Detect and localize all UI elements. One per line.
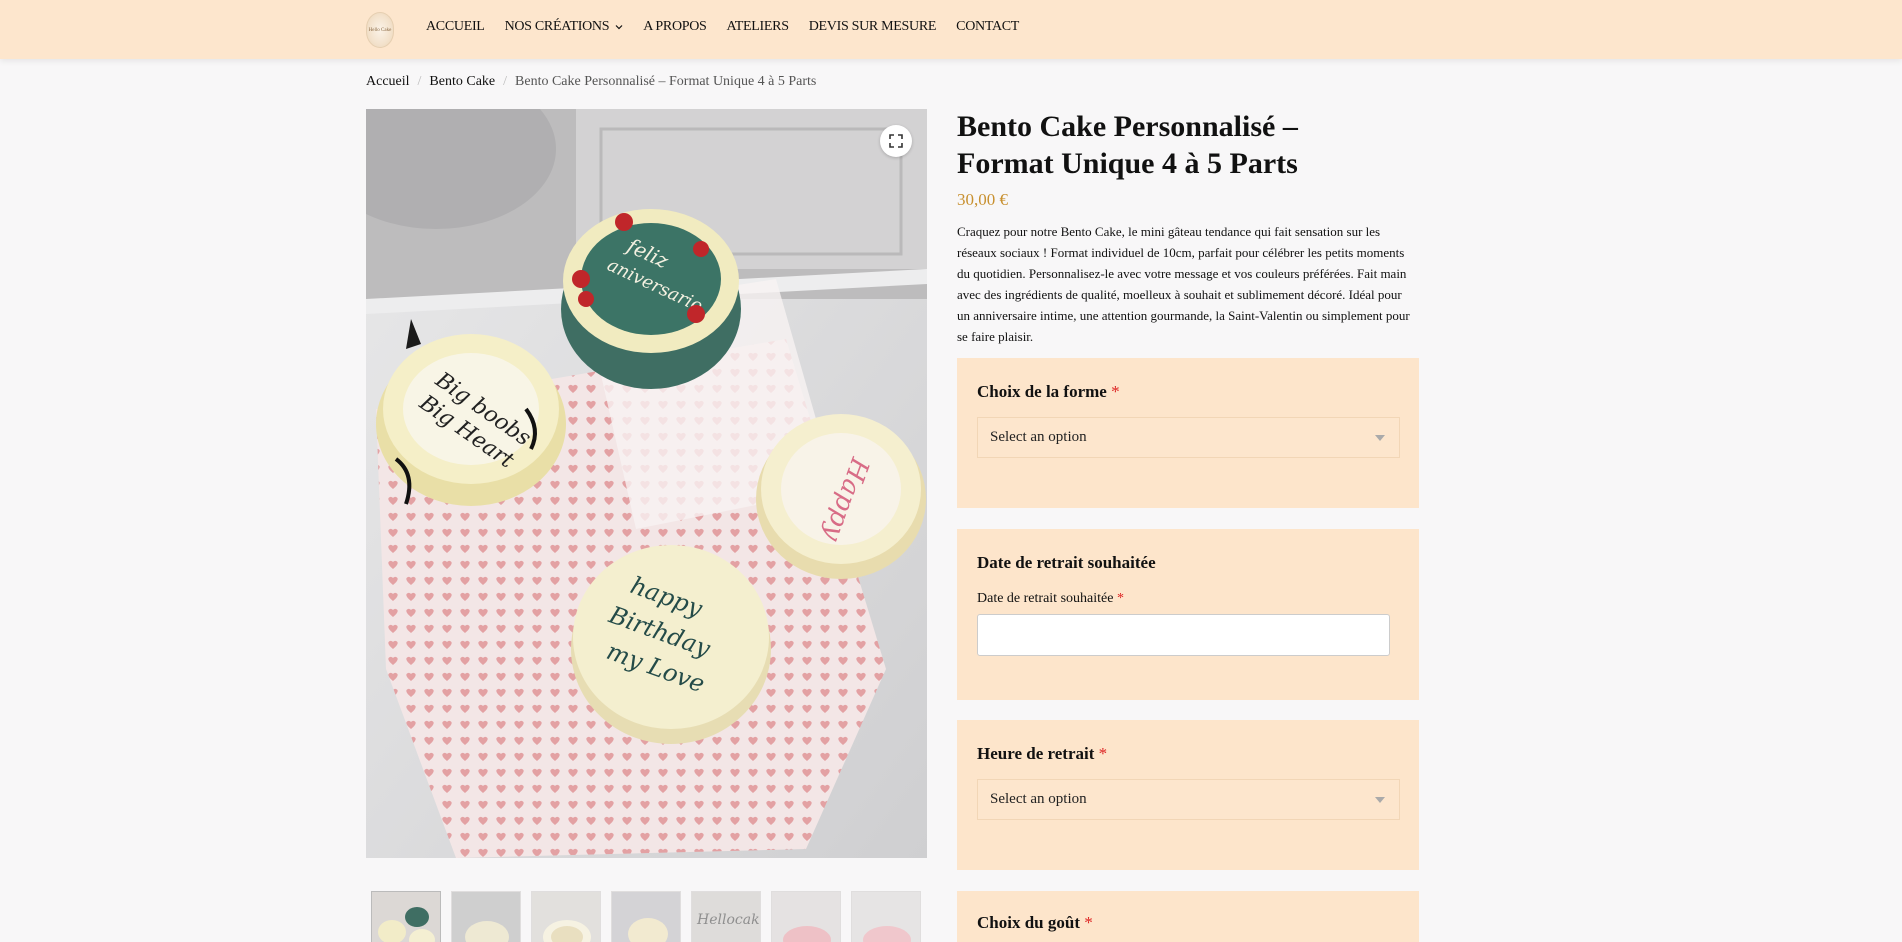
forme-select-value: Select an option [990, 429, 1087, 445]
date-field-label: Date de retrait souhaitée * [977, 591, 1124, 607]
breadcrumb-current: Bento Cake Personnalisé – Format Unique … [515, 74, 817, 89]
option-gout-label: Choix du goût * [977, 913, 1093, 933]
dropdown-arrow-icon [1375, 797, 1385, 803]
product-photo: feliz aniversario Big boobs Big Heart Ha… [366, 109, 927, 858]
nav-label: A PROPOS [643, 19, 707, 34]
thumbnail-5[interactable]: Hellocake [691, 891, 761, 942]
product-price: 30,00 € [957, 190, 1008, 209]
product-main-image[interactable]: feliz aniversario Big boobs Big Heart Ha… [366, 109, 927, 858]
nav-label: NOS CRÉATIONS [504, 19, 610, 34]
svg-text:Hellocake: Hellocake [696, 912, 761, 928]
nav-label: CONTACT [956, 19, 1020, 34]
site-logo[interactable]: Hello Cake [366, 12, 394, 48]
option-forme-label: Choix de la forme * [977, 382, 1120, 402]
option-heure-label: Heure de retrait * [977, 744, 1107, 764]
nav-item-accueil[interactable]: ACCUEIL [426, 19, 485, 35]
option-gout-box: Choix du goût * [957, 891, 1419, 942]
site-header: Hello Cake ACCUEIL NOS CRÉATIONS A PROPO… [0, 0, 1902, 59]
breadcrumb-separator: / [417, 74, 422, 89]
option-forme-box: Choix de la forme * Select an option [957, 358, 1419, 508]
forme-select[interactable]: Select an option [977, 417, 1400, 458]
nav-label: ATELIERS [726, 19, 789, 34]
dropdown-arrow-icon [1375, 435, 1385, 441]
thumbnail-6[interactable] [771, 891, 841, 942]
option-gout-title: Choix du goût [977, 913, 1080, 932]
required-marker: * [1111, 382, 1120, 401]
expand-icon [889, 134, 903, 148]
chevron-down-icon [615, 25, 623, 30]
main-nav: ACCUEIL NOS CRÉATIONS A PROPOS ATELIERS … [426, 19, 1039, 35]
thumbnail-7[interactable] [851, 891, 921, 942]
nav-label: DEVIS SUR MESURE [808, 19, 937, 34]
option-date-box: Date de retrait souhaitée Date de retrai… [957, 529, 1419, 700]
heure-select-value: Select an option [990, 791, 1087, 807]
pickup-date-input[interactable] [977, 614, 1390, 656]
option-heure-box: Heure de retrait * Select an option [957, 720, 1419, 870]
nav-item-a-propos[interactable]: A PROPOS [643, 19, 707, 35]
required-marker: * [1098, 744, 1108, 763]
breadcrumb-separator: / [503, 74, 508, 89]
heure-select[interactable]: Select an option [977, 779, 1400, 820]
thumbnail-1[interactable] [371, 891, 441, 942]
thumbnail-2[interactable] [451, 891, 521, 942]
breadcrumb-category-link[interactable]: Bento Cake [429, 74, 495, 90]
zoom-button[interactable] [880, 125, 912, 157]
date-field-label-text: Date de retrait souhaitée [977, 591, 1114, 606]
logo-text: Hello Cake [368, 27, 392, 33]
breadcrumb: Accueil / Bento Cake / Bento Cake Person… [366, 74, 816, 90]
breadcrumb-home-link[interactable]: Accueil [366, 74, 410, 90]
thumbnail-3[interactable] [531, 891, 601, 942]
option-forme-title: Choix de la forme [977, 382, 1107, 401]
thumbnail-strip: Hellocake [371, 891, 921, 942]
option-date-label: Date de retrait souhaitée [977, 553, 1156, 572]
required-marker: * [1084, 913, 1093, 932]
nav-item-ateliers[interactable]: ATELIERS [727, 19, 789, 35]
thumbnail-4[interactable] [611, 891, 681, 942]
nav-item-nos-creations[interactable]: NOS CRÉATIONS [505, 19, 624, 35]
nav-item-contact[interactable]: CONTACT [956, 19, 1019, 35]
nav-label: ACCUEIL [426, 19, 485, 34]
option-heure-title: Heure de retrait [977, 744, 1095, 763]
product-title: Bento Cake Personnalisé – Format Unique … [957, 110, 1298, 180]
required-marker: * [1116, 591, 1124, 606]
nav-item-devis[interactable]: DEVIS SUR MESURE [808, 19, 937, 35]
product-description: Craquez pour notre Bento Cake, le mini g… [957, 224, 1410, 344]
